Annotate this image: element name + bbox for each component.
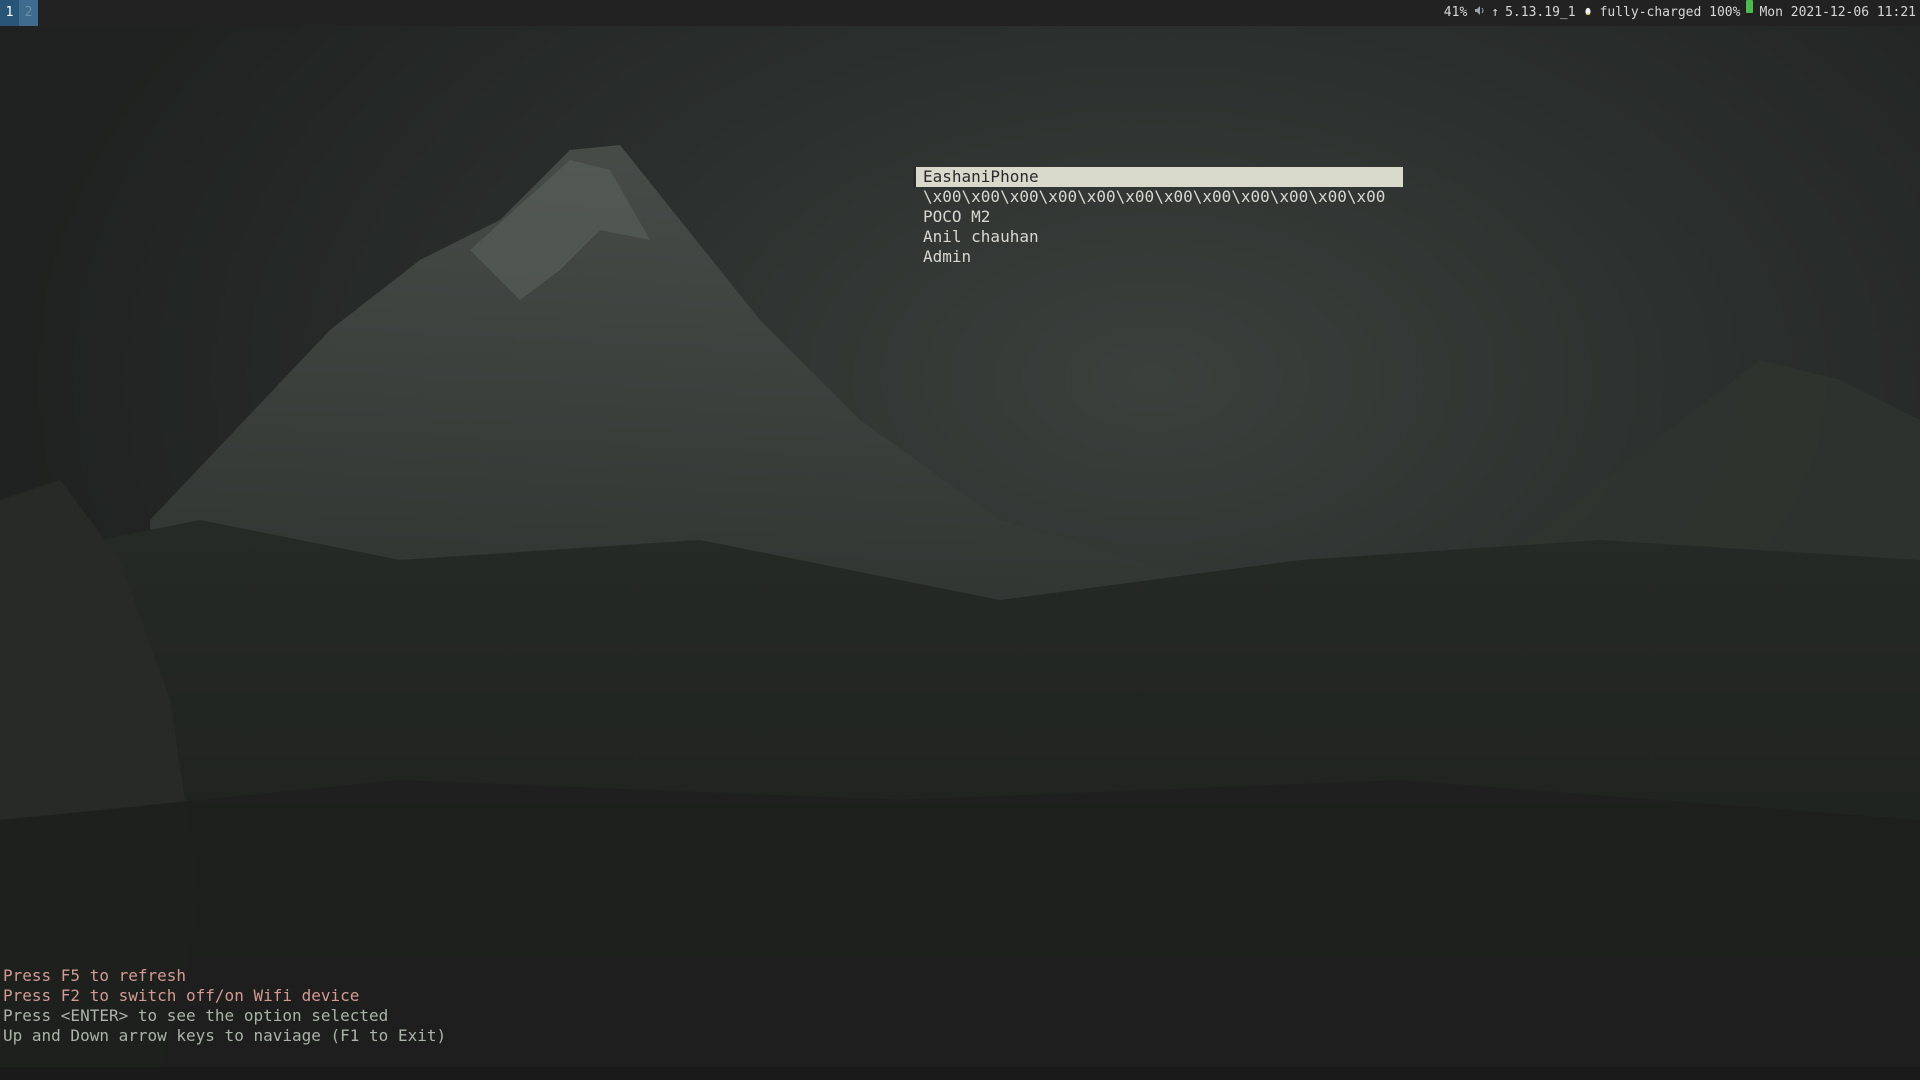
mountain-landscape: [0, 145, 1920, 1080]
date-time: Mon 2021-12-06 11:21: [1759, 5, 1916, 20]
list-item[interactable]: EashaniPhone: [913, 167, 1403, 187]
status-bar: 1 2 41% ↑ 5.13.19_1 fully-charged 100% M…: [0, 0, 1920, 26]
workspace-2[interactable]: 2: [19, 0, 38, 26]
workspace-1[interactable]: 1: [0, 0, 19, 26]
help-refresh: Press F5 to refresh: [3, 966, 187, 985]
battery-status: fully-charged 100%: [1599, 5, 1741, 20]
status-blocks: 41% ↑ 5.13.19_1 fully-charged 100% Mon 2…: [1444, 0, 1916, 26]
help-wifi-toggle: Press F2 to switch off/on Wifi device: [3, 986, 360, 1005]
help-text: Press F5 to refresh Press F2 to switch o…: [3, 966, 446, 1046]
speaker-icon: [1473, 0, 1485, 26]
help-enter: Press <ENTER> to see the option selected: [3, 1006, 389, 1025]
workspace-switcher: 1 2: [0, 0, 38, 26]
list-item[interactable]: \x00\x00\x00\x00\x00\x00\x00\x00\x00\x00…: [913, 187, 1403, 207]
bottom-strip: [0, 1067, 1920, 1080]
kernel-version: 5.13.19_1: [1505, 5, 1576, 20]
wallpaper-mountains: [0, 0, 1920, 1080]
battery-icon: [1746, 0, 1754, 13]
list-item[interactable]: Anil chauhan: [913, 227, 1403, 247]
linux-penguin-icon: [1582, 0, 1594, 26]
volume-level: 41%: [1443, 5, 1468, 20]
help-navigate: Up and Down arrow keys to naviage (F1 to…: [3, 1026, 447, 1045]
kernel-arrow: ↑: [1491, 5, 1500, 20]
list-item[interactable]: POCO M2: [913, 207, 1403, 227]
wifi-network-menu: EashaniPhone \x00\x00\x00\x00\x00\x00\x0…: [913, 167, 1403, 267]
desktop: 1 2 41% ↑ 5.13.19_1 fully-charged 100% M…: [0, 0, 1920, 1080]
list-item[interactable]: Admin: [913, 247, 1403, 267]
